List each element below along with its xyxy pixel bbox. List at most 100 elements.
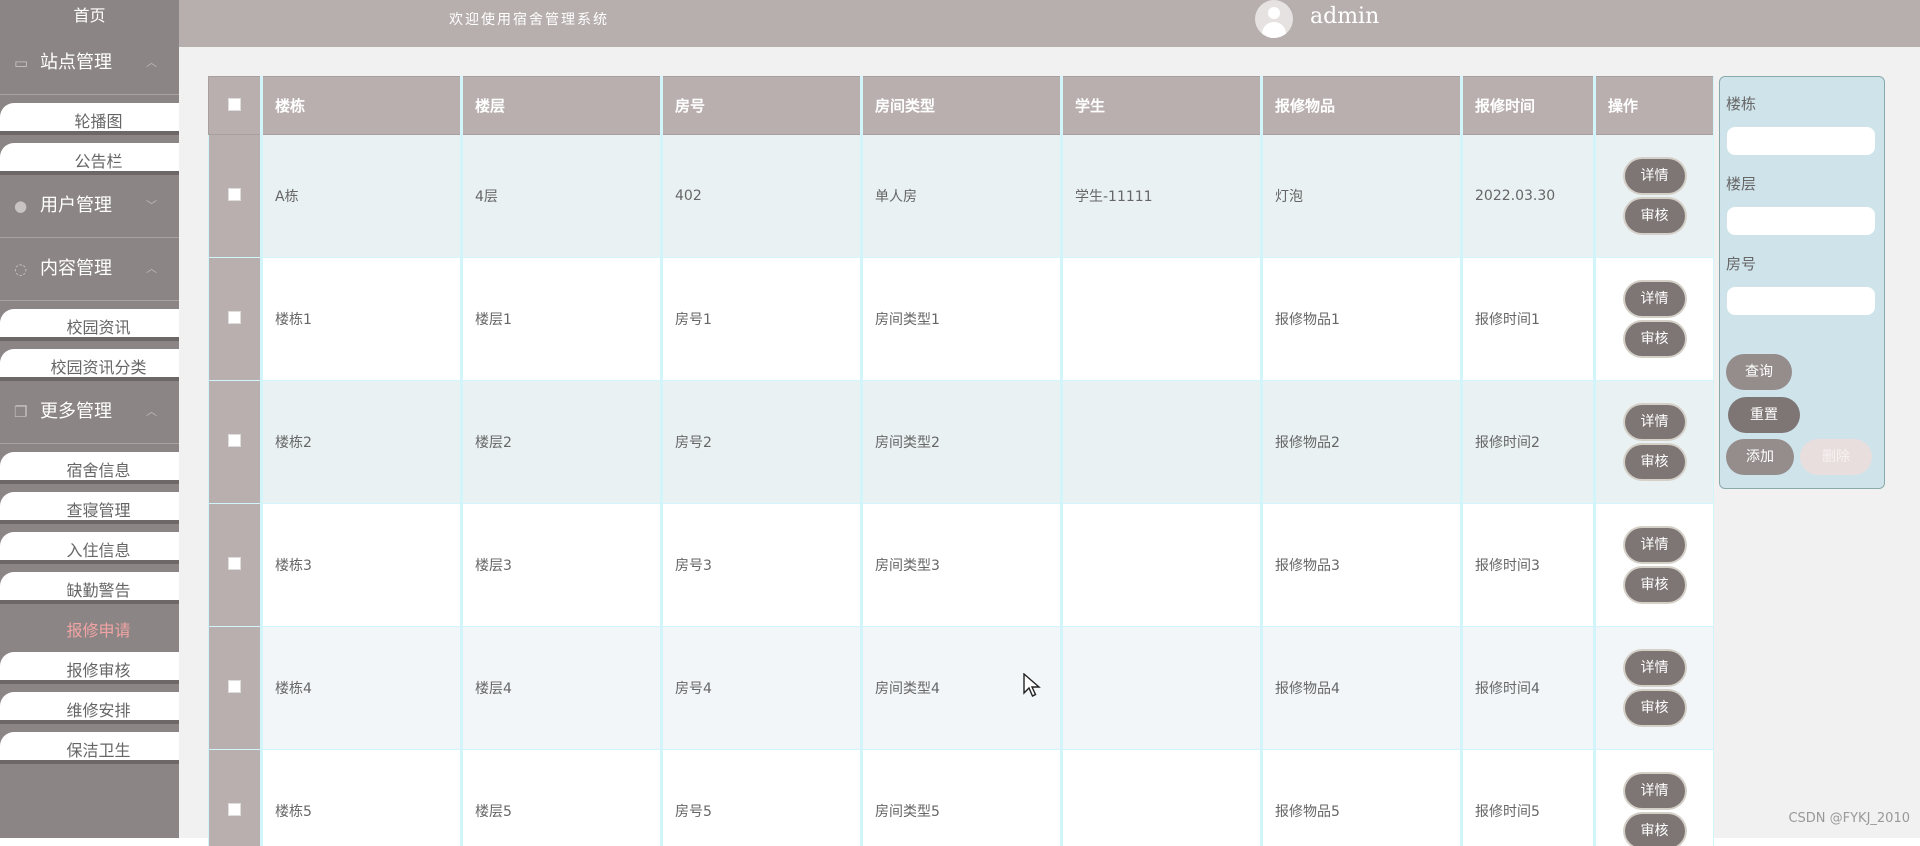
sidebar-section-label: 站点管理: [40, 52, 112, 73]
mouse-cursor-icon: [1023, 673, 1041, 699]
sidebar-item-repair-request[interactable]: 报修申请: [0, 612, 179, 644]
add-button[interactable]: 添加: [1726, 439, 1794, 475]
table-cell: 房间类型1: [862, 258, 1062, 381]
sidebar-section-content[interactable]: ◌ 内容管理 ︿: [0, 238, 179, 301]
table-row: A栋 4层 402 单人房 学生-11111 灯泡 2022.03.30 详情 …: [209, 135, 1715, 258]
floor-label: 楼层: [1726, 173, 1756, 194]
table-cell: 楼栋5: [262, 750, 462, 846]
sidebar-item-cleaning[interactable]: 保洁卫生: [0, 732, 179, 764]
row-select-cell: [209, 504, 262, 627]
table-cell: [1062, 627, 1262, 750]
sidebar-item-news-category[interactable]: 校园资讯分类: [0, 349, 179, 381]
table-cell: 报修时间4: [1462, 627, 1595, 750]
detail-button[interactable]: 详情: [1625, 651, 1685, 685]
table-cell: 报修时间1: [1462, 258, 1595, 381]
detail-button[interactable]: 详情: [1625, 159, 1685, 193]
row-checkbox[interactable]: [228, 311, 241, 324]
table-cell: 楼栋4: [262, 627, 462, 750]
room-input[interactable]: [1727, 287, 1875, 315]
row-checkbox[interactable]: [228, 680, 241, 693]
actions-cell: 详情 审核: [1595, 627, 1715, 750]
table-cell: 房间类型2: [862, 381, 1062, 504]
chevron-up-icon: ︿: [146, 381, 157, 443]
sidebar-section-more[interactable]: ❐ 更多管理 ︿: [0, 381, 179, 444]
sidebar-item-notice[interactable]: 公告栏: [0, 143, 179, 175]
table-cell: 报修时间2: [1462, 381, 1595, 504]
sidebar-section-label: 内容管理: [40, 258, 112, 279]
column-header: 楼栋: [262, 77, 462, 135]
review-button[interactable]: 审核: [1625, 814, 1685, 846]
table-cell: A栋: [262, 135, 462, 258]
sidebar-section-site[interactable]: ▭ 站点管理 ︿: [0, 32, 179, 95]
username[interactable]: admin: [1310, 4, 1379, 29]
column-header: 房号: [662, 77, 862, 135]
sidebar-home[interactable]: 首页: [0, 0, 179, 32]
review-button[interactable]: 审核: [1625, 445, 1685, 479]
copy-icon: ❐: [14, 381, 27, 443]
building-label: 楼栋: [1726, 93, 1756, 114]
review-button[interactable]: 审核: [1625, 568, 1685, 602]
floor-input[interactable]: [1727, 207, 1875, 235]
detail-button[interactable]: 详情: [1625, 528, 1685, 562]
table-cell: 房号5: [662, 750, 862, 846]
row-checkbox[interactable]: [228, 188, 241, 201]
row-select-cell: [209, 135, 262, 258]
sidebar-item-checkin[interactable]: 入住信息: [0, 532, 179, 564]
sidebar-item-maintenance[interactable]: 维修安排: [0, 692, 179, 724]
query-button[interactable]: 查询: [1726, 354, 1792, 390]
row-checkbox[interactable]: [228, 557, 241, 570]
actions-cell: 详情 审核: [1595, 258, 1715, 381]
table-cell: 报修物品2: [1262, 381, 1462, 504]
table-cell: 楼层4: [462, 627, 662, 750]
table-cell: 楼层2: [462, 381, 662, 504]
table-cell: 楼栋2: [262, 381, 462, 504]
actions-cell: 详情 审核: [1595, 504, 1715, 627]
row-checkbox[interactable]: [228, 434, 241, 447]
table-cell: 2022.03.30: [1462, 135, 1595, 258]
detail-button[interactable]: 详情: [1625, 405, 1685, 439]
avatar-head-shape: [1268, 7, 1280, 19]
review-button[interactable]: 审核: [1625, 691, 1685, 725]
column-header: 报修时间: [1462, 77, 1595, 135]
sidebar-item-campus-news[interactable]: 校园资讯: [0, 309, 179, 341]
table-cell: 房号3: [662, 504, 862, 627]
column-header: 房间类型: [862, 77, 1062, 135]
row-checkbox[interactable]: [228, 803, 241, 816]
detail-button[interactable]: 详情: [1625, 774, 1685, 808]
sidebar-item-dorm-info[interactable]: 宿舍信息: [0, 452, 179, 484]
sidebar-item-repair-review[interactable]: 报修审核: [0, 652, 179, 684]
column-header: 报修物品: [1262, 77, 1462, 135]
table-cell: 楼层3: [462, 504, 662, 627]
table-cell: 单人房: [862, 135, 1062, 258]
table-cell: 402: [662, 135, 862, 258]
avatar[interactable]: [1255, 0, 1293, 38]
table-cell: 房号4: [662, 627, 862, 750]
table-row: 楼栋5 楼层5 房号5 房间类型5 报修物品5 报修时间5 详情 审核: [209, 750, 1715, 846]
review-button[interactable]: 审核: [1625, 322, 1685, 356]
table-cell: 学生-11111: [1062, 135, 1262, 258]
table-cell: [1062, 381, 1262, 504]
reset-button[interactable]: 重置: [1728, 397, 1800, 433]
building-input[interactable]: [1727, 127, 1875, 155]
room-label: 房号: [1726, 253, 1756, 274]
table-cell: [1062, 504, 1262, 627]
table-row: 楼栋1 楼层1 房号1 房间类型1 报修物品1 报修时间1 详情 审核: [209, 258, 1715, 381]
actions-cell: 详情 审核: [1595, 381, 1715, 504]
table-cell: 房号2: [662, 381, 862, 504]
table-cell: 楼层5: [462, 750, 662, 846]
main-content: 楼栋 楼层 房号 房间类型 学生 报修物品 报修时间 操作 A栋 4层 402 …: [179, 47, 1920, 838]
row-select-cell: [209, 258, 262, 381]
table-cell: 房号1: [662, 258, 862, 381]
table-container: 楼栋 楼层 房号 房间类型 学生 报修物品 报修时间 操作 A栋 4层 402 …: [208, 76, 1714, 846]
sidebar-item-absence-warning[interactable]: 缺勤警告: [0, 572, 179, 604]
table-cell: 房间类型3: [862, 504, 1062, 627]
detail-button[interactable]: 详情: [1625, 282, 1685, 316]
sidebar-item-room-check[interactable]: 查寝管理: [0, 492, 179, 524]
table-cell: 楼栋3: [262, 504, 462, 627]
chevron-up-icon: ︿: [146, 32, 157, 94]
select-all-checkbox[interactable]: [228, 98, 241, 111]
sidebar-section-users[interactable]: ● 用户管理 ﹀: [0, 175, 179, 238]
review-button[interactable]: 审核: [1625, 199, 1685, 233]
delete-button[interactable]: 删除: [1800, 439, 1872, 475]
sidebar-item-carousel[interactable]: 轮播图: [0, 103, 179, 135]
